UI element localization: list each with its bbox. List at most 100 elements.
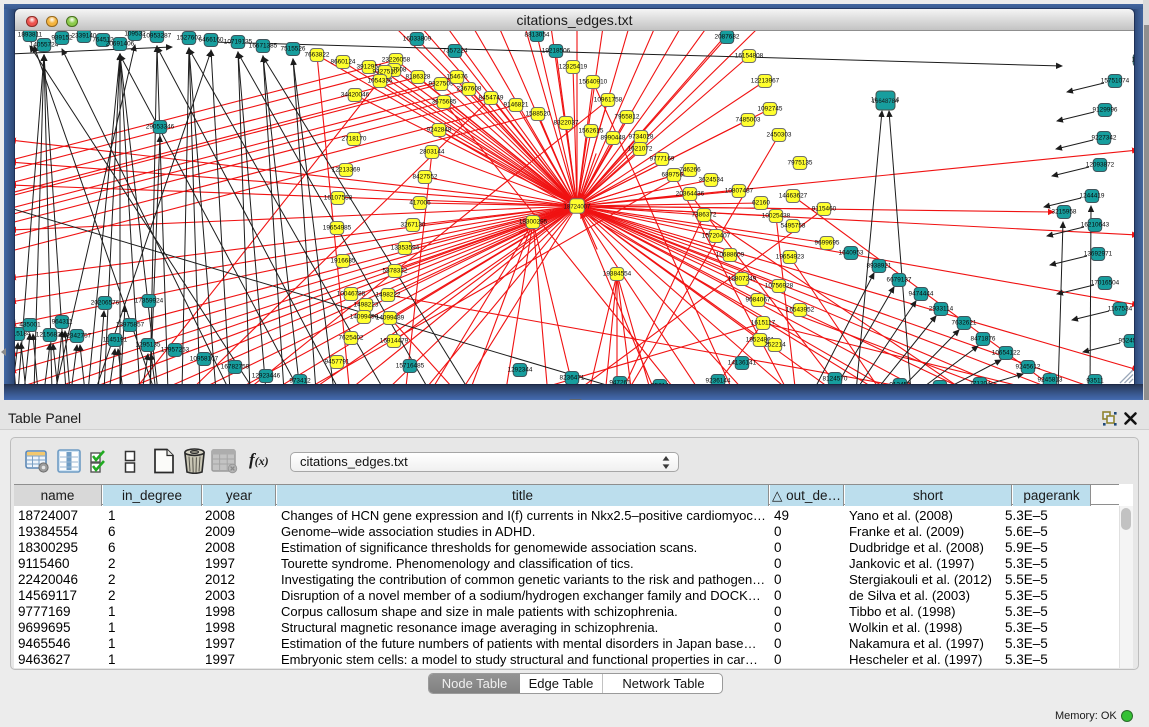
- svg-text:7625402: 7625402: [339, 335, 364, 342]
- svg-text:10961758: 10961758: [594, 97, 623, 104]
- svg-text:14055724: 14055724: [30, 42, 59, 49]
- svg-text:1562615: 1562615: [579, 128, 604, 135]
- svg-text:1916685: 1916685: [331, 258, 356, 265]
- svg-text:19384554: 19384554: [603, 271, 632, 278]
- svg-text:435001: 435001: [19, 322, 41, 329]
- svg-text:7386372: 7386372: [692, 212, 717, 219]
- svg-text:10688609: 10688609: [716, 252, 745, 259]
- svg-text:9524501: 9524501: [1119, 338, 1134, 345]
- svg-text:12342757: 12342757: [63, 333, 92, 340]
- svg-text:417006: 417006: [409, 200, 431, 207]
- svg-text:2718170: 2718170: [342, 136, 367, 143]
- svg-text:9699695: 9699695: [815, 240, 840, 247]
- svg-text:2087682: 2087682: [715, 34, 740, 41]
- svg-text:1244419: 1244419: [1080, 193, 1105, 200]
- svg-text:912450: 912450: [889, 382, 911, 384]
- svg-text:9227342: 9227342: [1092, 135, 1117, 142]
- svg-text:9236144: 9236144: [706, 378, 731, 384]
- svg-text:16914479: 16914479: [380, 338, 409, 345]
- svg-text:19218506: 19218506: [542, 48, 571, 55]
- svg-text:7485003: 7485003: [736, 117, 761, 124]
- svg-text:3215958: 3215958: [1052, 209, 1077, 216]
- svg-text:6466160: 6466160: [199, 37, 224, 44]
- svg-text:7632621: 7632621: [952, 320, 977, 327]
- svg-text:17359924: 17359924: [135, 298, 164, 305]
- svg-text:947261: 947261: [609, 380, 631, 384]
- svg-text:3675685: 3675685: [432, 99, 457, 106]
- svg-text:746266: 746266: [679, 167, 701, 174]
- svg-text:11123: 11123: [1132, 57, 1134, 64]
- svg-text:8660124: 8660124: [331, 59, 356, 66]
- svg-text:8471876: 8471876: [971, 336, 996, 343]
- svg-text:18300295: 18300295: [519, 219, 548, 226]
- svg-text:5495758: 5495758: [781, 223, 806, 230]
- svg-text:16648784: 16648784: [872, 99, 899, 105]
- svg-text:20364436: 20364436: [676, 191, 705, 198]
- svg-text:10046788: 10046788: [337, 291, 366, 298]
- svg-text:15716485: 15716485: [396, 363, 425, 370]
- svg-text:19654923: 19654923: [776, 254, 805, 261]
- svg-text:3624534: 3624534: [699, 177, 724, 184]
- svg-text:1295135: 1295135: [136, 342, 161, 349]
- svg-text:93511: 93511: [1086, 378, 1104, 384]
- svg-text:1292344: 1292344: [508, 367, 533, 374]
- svg-text:12923446: 12923446: [252, 373, 281, 380]
- svg-text:14099490: 14099490: [350, 314, 379, 321]
- svg-text:13975857: 13975857: [116, 322, 145, 329]
- svg-text:3267130: 3267130: [401, 222, 426, 229]
- svg-text:1145191: 1145191: [103, 337, 128, 344]
- svg-text:18724007: 18724007: [564, 204, 591, 210]
- svg-text:20206576: 20206576: [91, 300, 120, 307]
- svg-text:9777169: 9777169: [650, 156, 675, 163]
- svg-text:7663822: 7663822: [305, 52, 330, 59]
- svg-text:12093872: 12093872: [1086, 162, 1115, 169]
- svg-text:5878332: 5878332: [383, 268, 408, 275]
- svg-text:16671385: 16671385: [249, 43, 278, 50]
- svg-text:154676: 154676: [446, 74, 468, 81]
- svg-text:10756928: 10756928: [765, 283, 794, 290]
- svg-text:9245612: 9245612: [1016, 364, 1041, 371]
- svg-text:6679137: 6679137: [887, 277, 912, 284]
- svg-text:9474444: 9474444: [909, 291, 934, 298]
- svg-text:939152: 939152: [51, 35, 73, 42]
- svg-text:55214: 55214: [651, 383, 669, 384]
- svg-text:9242848: 9242848: [427, 127, 452, 134]
- svg-text:1167534: 1167534: [1108, 306, 1133, 313]
- svg-text:8990448: 8990448: [601, 135, 626, 142]
- svg-text:9115460: 9115460: [812, 206, 837, 213]
- svg-text:1054336: 1054336: [368, 78, 393, 85]
- svg-text:16033809: 16033809: [403, 36, 432, 43]
- svg-text:12213967: 12213967: [751, 78, 780, 85]
- svg-text:15751074: 15751074: [1101, 78, 1130, 85]
- svg-text:29053346: 29053346: [146, 124, 175, 131]
- svg-text:2450303: 2450303: [767, 132, 792, 139]
- svg-text:14463627: 14463627: [779, 193, 808, 200]
- svg-text:10654122: 10654122: [992, 350, 1021, 357]
- svg-text:1893811: 1893811: [18, 32, 43, 39]
- svg-text:15720407: 15720407: [702, 233, 731, 240]
- svg-text:12156829: 12156829: [36, 332, 65, 339]
- svg-text:13692971: 13692971: [1084, 251, 1113, 258]
- svg-text:8186328: 8186328: [406, 74, 431, 81]
- svg-text:7955812: 7955812: [615, 114, 640, 121]
- svg-text:16210643: 16210643: [1081, 222, 1110, 229]
- svg-text:1498222: 1498222: [376, 292, 401, 299]
- svg-text:14099489: 14099489: [376, 315, 405, 322]
- svg-text:17016504: 17016504: [1091, 280, 1120, 287]
- svg-text:14136141: 14136141: [728, 360, 757, 367]
- svg-text:1615117: 1615117: [751, 320, 776, 327]
- svg-text:10807487: 10807487: [725, 188, 754, 195]
- svg-text:771204: 771204: [969, 381, 991, 384]
- svg-text:2803144: 2803144: [420, 149, 445, 156]
- svg-text:34420046: 34420046: [341, 92, 370, 99]
- svg-text:12213369: 12213369: [332, 167, 361, 174]
- svg-text:20691406: 20691406: [106, 41, 135, 48]
- svg-text:9146821: 9146821: [504, 102, 529, 109]
- svg-text:16543952: 16543952: [786, 307, 815, 314]
- svg-text:252214: 252214: [764, 342, 786, 349]
- svg-text:9734028: 9734028: [629, 134, 654, 141]
- svg-text:1498223: 1498223: [354, 302, 379, 309]
- svg-text:17957253: 17957253: [161, 347, 190, 354]
- svg-text:1092745: 1092745: [758, 106, 783, 113]
- svg-text:15640910: 15640910: [579, 79, 608, 86]
